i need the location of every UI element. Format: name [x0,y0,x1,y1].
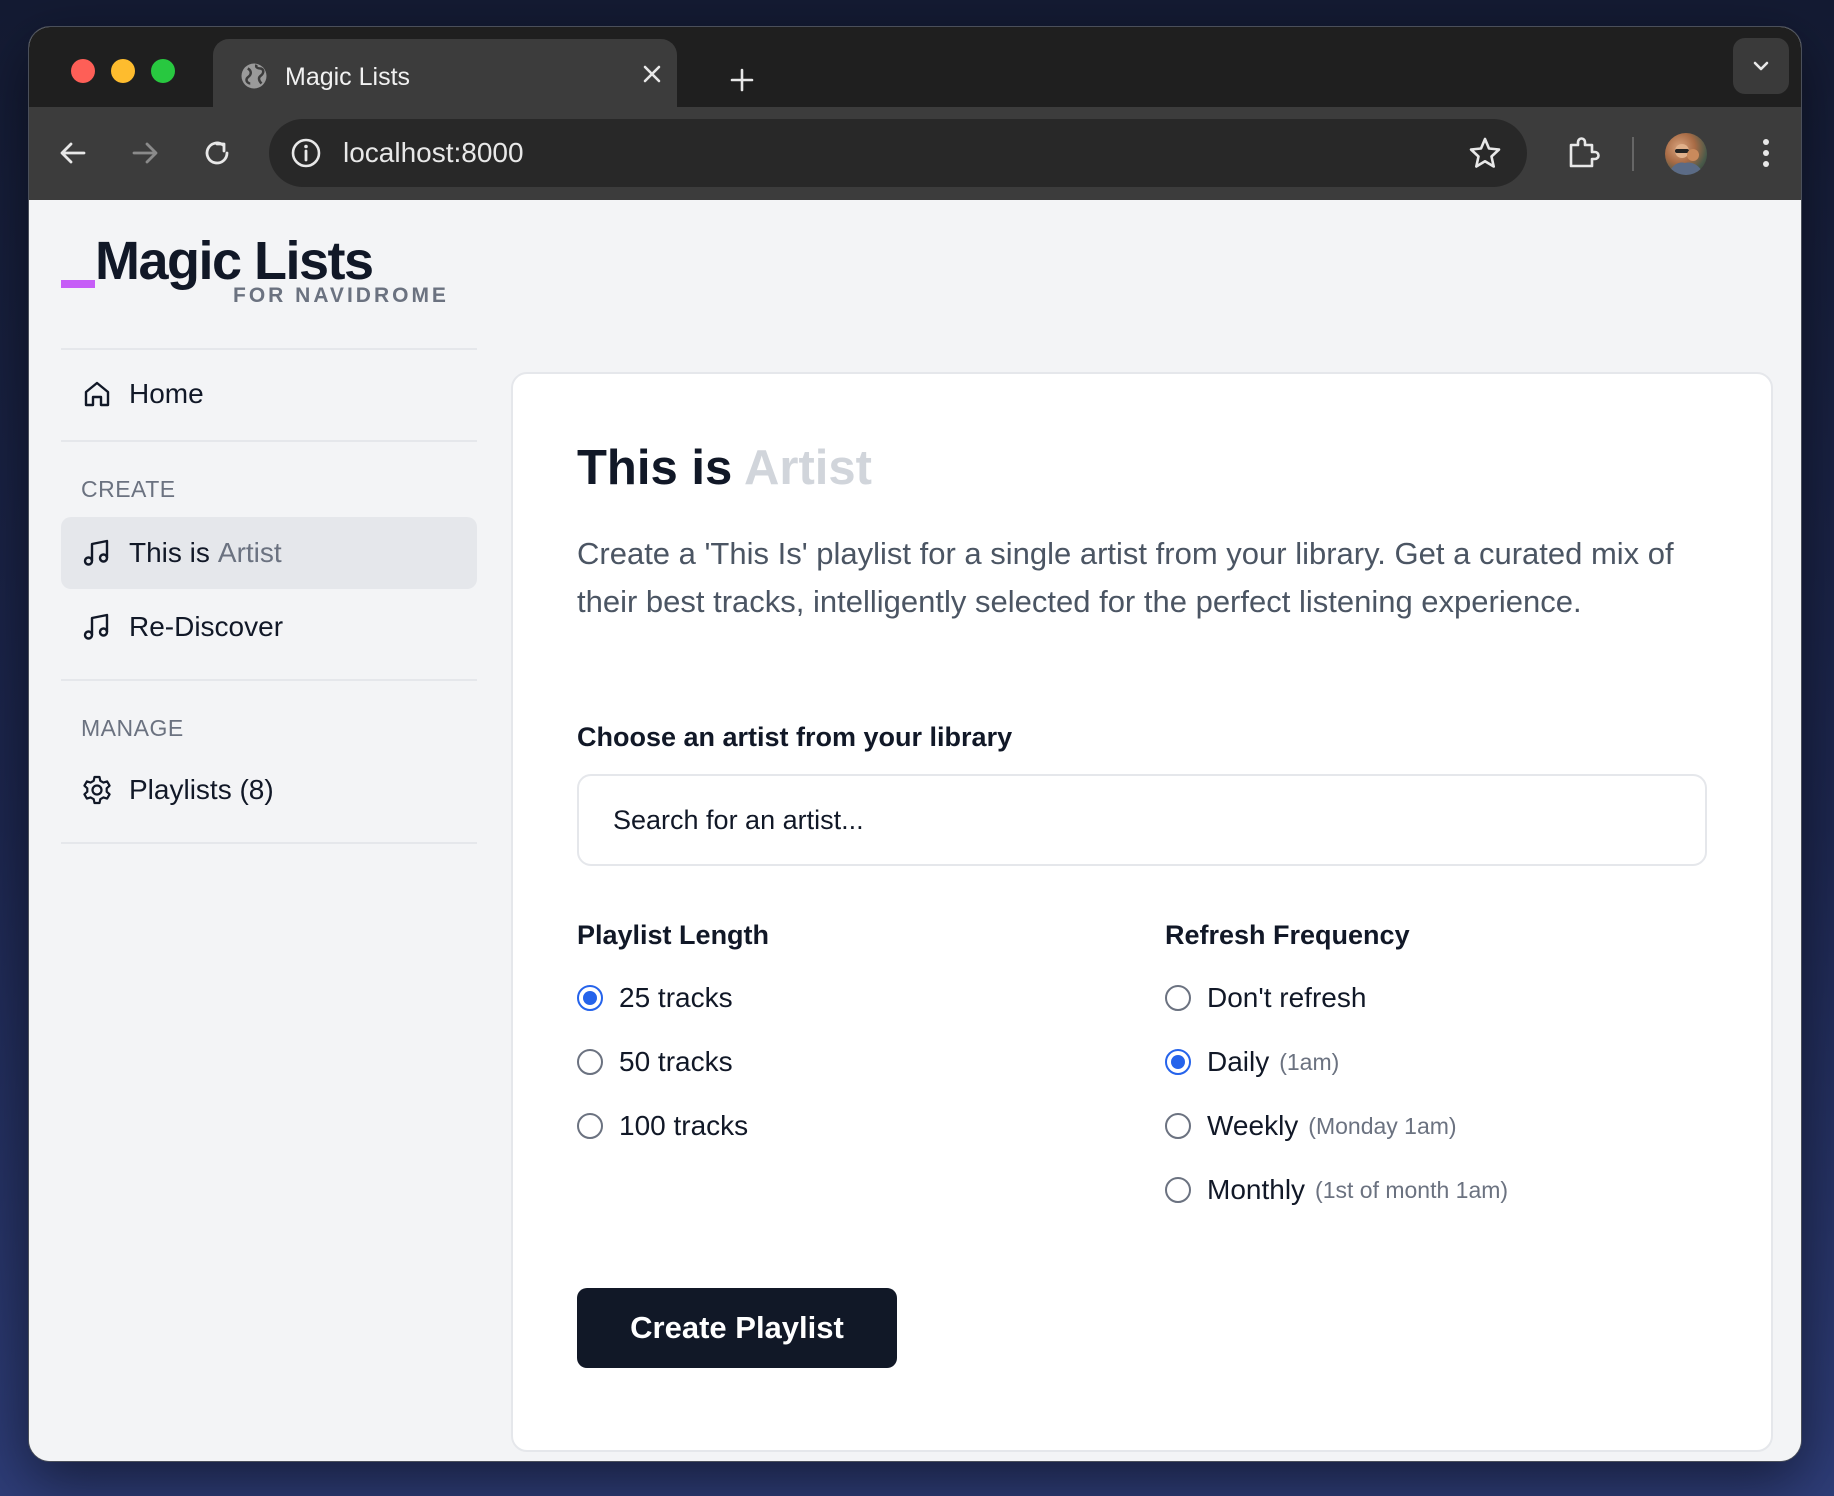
artist-search-input[interactable] [577,774,1707,866]
radio-button[interactable] [1165,1049,1191,1075]
refresh-frequency-option-label: Weekly [1207,1110,1299,1141]
sidebar-item-label-muted: Artist [217,537,282,568]
new-tab-icon[interactable] [725,63,759,97]
app-logo[interactable]: Magic Lists FOR NAVIDROME [61,230,461,320]
tab-title: Magic Lists [285,63,411,91]
url-text: localhost:8000 [343,137,524,168]
address-bar[interactable]: localhost:8000 [269,119,1527,187]
refresh-frequency-option[interactable]: Monthly (1st of month 1am) [1165,1174,1508,1206]
refresh-frequency-option-note: (1st of month 1am) [1315,1176,1509,1203]
sidebar: Home CREATE This is Artist Re-Discover M… [61,348,477,844]
sidebar-item-this-is-artist[interactable]: This is Artist [61,517,477,589]
bookmark-star-icon[interactable] [1467,135,1503,171]
playlist-length-option[interactable]: 100 tracks [577,1110,748,1142]
profile-avatar[interactable] [1665,133,1707,175]
page-content: Magic Lists FOR NAVIDROME Home CREATE Th… [29,200,1801,1461]
artist-field-label: Choose an artist from your library [577,722,1013,752]
maximize-window-button[interactable] [151,59,175,83]
forward-icon[interactable] [125,133,165,173]
page-description: Create a 'This Is' playlist for a single… [577,536,1674,619]
main-card: This is Artist Create a 'This Is' playli… [511,372,1773,1452]
playlist-length-option-label: 50 tracks [619,1046,733,1077]
logo-title: Magic Lists [95,231,374,291]
sidebar-item-playlists[interactable]: Playlists (8) [61,754,477,826]
music-note-icon [83,539,109,566]
playlist-length-option-label: 25 tracks [619,982,733,1013]
radio-button[interactable] [577,1113,603,1139]
gear-icon [83,775,111,805]
tab-strip: Magic Lists [29,27,1801,131]
home-icon [84,381,110,407]
refresh-frequency-option[interactable]: Weekly (Monday 1am) [1165,1110,1457,1142]
playlist-length-option[interactable]: 50 tracks [577,1046,733,1078]
browser-toolbar: localhost:8000 [29,107,1801,200]
sidebar-item-home[interactable]: Home [61,358,477,430]
chevron-down-icon [1753,61,1769,71]
sidebar-item-label: Re-Discover [129,611,284,642]
tab-search-button[interactable] [1733,38,1789,94]
refresh-frequency-option[interactable]: Daily (1am) [1165,1046,1339,1078]
refresh-frequency-option[interactable]: Don't refresh [1165,982,1366,1014]
page-title-muted: Artist [744,441,872,495]
create-playlist-button[interactable]: Create Playlist [577,1288,897,1368]
browser-window: Magic Lists localhost:8000 Magic Lists F… [28,26,1802,1462]
radio-button[interactable] [1165,1177,1191,1203]
refresh-frequency-option-note: (Monday 1am) [1308,1112,1457,1139]
close-window-button[interactable] [71,59,95,83]
playlist-length-option[interactable]: 25 tracks [577,982,733,1014]
logo-subtitle: FOR NAVIDROME [233,284,449,307]
refresh-frequency-option-note: (1am) [1279,1048,1340,1075]
back-icon[interactable] [53,133,93,173]
logo-accent-bar [61,280,95,288]
refresh-frequency-option-label: Don't refresh [1207,982,1367,1013]
playlist-length-label: Playlist Length [577,920,770,950]
sidebar-divider [61,842,477,844]
radio-button[interactable] [577,985,603,1011]
reload-icon[interactable] [197,133,237,173]
globe-icon [241,63,267,89]
sidebar-heading-manage: MANAGE [81,715,184,741]
playlist-length-option-label: 100 tracks [619,1110,749,1141]
radio-button[interactable] [577,1049,603,1075]
page-title-text: This is [577,441,733,495]
extensions-puzzle-icon[interactable] [1563,133,1603,173]
sidebar-item-label: Playlists (8) [129,774,274,805]
radio-button[interactable] [1165,985,1191,1011]
close-tab-icon[interactable] [635,57,669,91]
sidebar-heading-create: CREATE [81,476,176,502]
refresh-frequency-option-label: Daily [1207,1046,1270,1077]
toolbar-divider [1632,137,1634,171]
browser-menu-icon[interactable] [1751,133,1781,173]
sidebar-item-rediscover[interactable]: Re-Discover [61,591,477,663]
sidebar-item-label: Home [129,378,204,409]
site-info-icon[interactable] [289,136,323,170]
refresh-frequency-option-label: Monthly [1207,1174,1306,1205]
minimize-window-button[interactable] [111,59,135,83]
music-note-icon [83,613,109,640]
sidebar-item-label: This is [129,537,210,568]
refresh-frequency-label: Refresh Frequency [1165,920,1410,950]
page-title: This is Artist [577,440,872,496]
radio-button[interactable] [1165,1113,1191,1139]
